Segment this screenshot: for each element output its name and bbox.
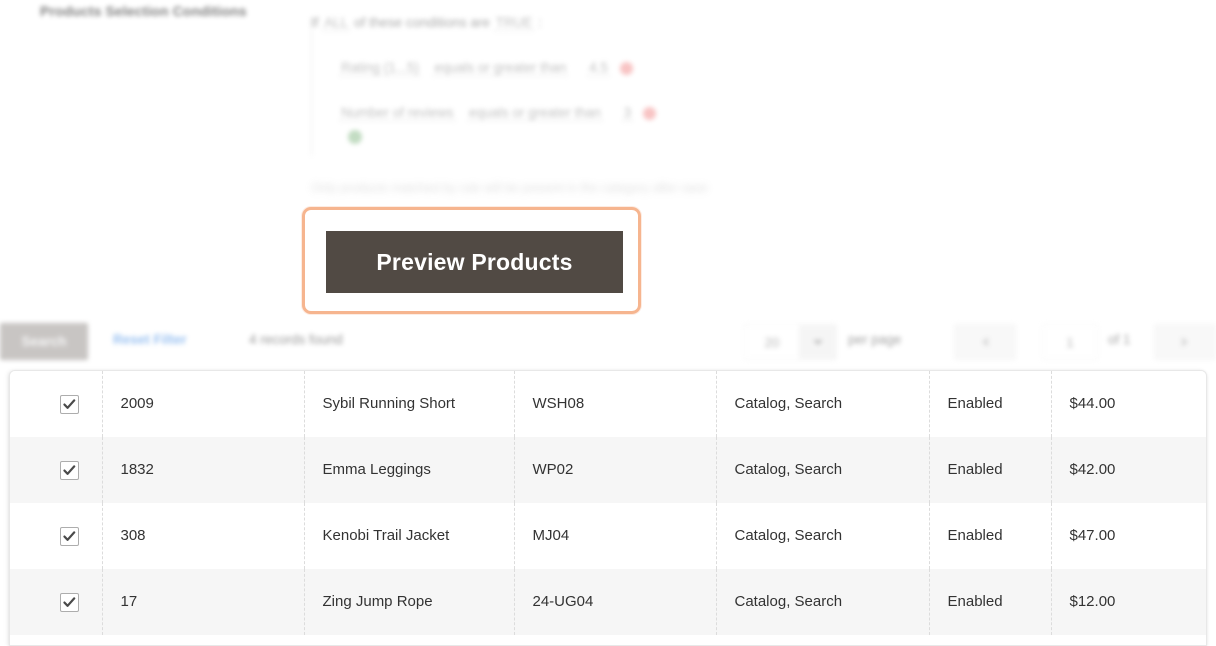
chevron-down-icon	[813, 340, 823, 345]
cell-id: 1832	[102, 437, 304, 503]
products-selection-conditions-label: Products Selection Conditions	[40, 3, 247, 19]
previous-page-button[interactable]	[954, 324, 1016, 360]
row-select-cell[interactable]	[10, 437, 102, 503]
page-number-input[interactable]: 1	[1042, 324, 1098, 360]
cell-sku: MJ04	[514, 503, 716, 569]
cell-sku: WSH08	[514, 371, 716, 437]
cell-visibility: Catalog, Search	[716, 503, 929, 569]
table-row[interactable]: 17 Zing Jump Rope 24-UG04 Catalog, Searc…	[10, 569, 1207, 635]
cell-name: Emma Leggings	[304, 437, 514, 503]
row-select-cell[interactable]	[10, 371, 102, 437]
grid-toolbar: Search Reset Filter 4 records found 20 p…	[0, 318, 1216, 366]
cell-visibility: Catalog, Search	[716, 569, 929, 635]
search-button[interactable]: Search	[0, 323, 88, 360]
table-row[interactable]: 2009 Sybil Running Short WSH08 Catalog, …	[10, 371, 1207, 437]
products-table: 2009 Sybil Running Short WSH08 Catalog, …	[10, 371, 1207, 635]
cell-visibility: Catalog, Search	[716, 437, 929, 503]
cell-name: Zing Jump Rope	[304, 569, 514, 635]
condition-root-row: If ALL of these conditions are TRUE :	[311, 0, 1091, 45]
row-checkbox[interactable]	[60, 593, 79, 612]
cell-price: $12.00	[1051, 569, 1207, 635]
products-grid: 2009 Sybil Running Short WSH08 Catalog, …	[9, 370, 1207, 646]
row-select-cell[interactable]	[10, 503, 102, 569]
root-aggregator-select[interactable]: ALL	[322, 15, 350, 31]
row-checkbox[interactable]	[60, 461, 79, 480]
condition-tree: If ALL of these conditions are TRUE : Ra…	[311, 0, 1091, 135]
cell-name: Kenobi Trail Jacket	[304, 503, 514, 569]
table-row[interactable]: 308 Kenobi Trail Jacket MJ04 Catalog, Se…	[10, 503, 1207, 569]
cell-price: $42.00	[1051, 437, 1207, 503]
cell-price: $47.00	[1051, 503, 1207, 569]
remove-icon[interactable]	[620, 62, 633, 75]
row-checkbox[interactable]	[60, 527, 79, 546]
next-page-button[interactable]	[1154, 324, 1216, 360]
cell-price: $44.00	[1051, 371, 1207, 437]
conditions-help-note: Only products matched by rule will be pr…	[311, 181, 708, 195]
cell-id: 17	[102, 569, 304, 635]
reset-filter-link[interactable]: Reset Filter	[113, 332, 187, 347]
cell-status: Enabled	[929, 371, 1051, 437]
chevron-right-icon	[1182, 337, 1188, 347]
cell-name: Sybil Running Short	[304, 371, 514, 437]
page-root: Products Selection Conditions If ALL of …	[0, 0, 1216, 646]
row-select-cell[interactable]	[10, 569, 102, 635]
condition-operator-0[interactable]: equals or greater than	[432, 60, 568, 76]
root-suffix-text: :	[538, 15, 542, 30]
per-page-dropdown-button[interactable]	[799, 324, 837, 360]
cell-sku: 24-UG04	[514, 569, 716, 635]
row-checkbox[interactable]	[60, 395, 79, 414]
remove-icon[interactable]	[643, 107, 656, 120]
condition-row: Rating (1...5) equals or greater than 4.…	[311, 45, 1091, 90]
chevron-left-icon	[982, 337, 988, 347]
preview-products-button[interactable]: Preview Products	[326, 231, 623, 293]
condition-attribute-1[interactable]: Number of reviews	[339, 105, 456, 121]
check-icon	[63, 530, 76, 543]
condition-attribute-0[interactable]: Rating (1...5)	[339, 60, 421, 76]
cell-id: 2009	[102, 371, 304, 437]
cell-status: Enabled	[929, 569, 1051, 635]
add-condition-icon[interactable]	[348, 130, 362, 144]
cell-visibility: Catalog, Search	[716, 371, 929, 437]
root-mid-text: of these conditions are	[354, 15, 490, 30]
root-prefix-text: If	[311, 15, 319, 30]
condition-value-1[interactable]: 3	[622, 105, 634, 121]
total-pages-text: of 1	[1108, 332, 1131, 347]
condition-value-0[interactable]: 4.5	[587, 60, 610, 76]
root-value-select[interactable]: TRUE	[494, 15, 535, 31]
condition-row: Number of reviews equals or greater than…	[311, 90, 1091, 135]
check-icon	[63, 464, 76, 477]
check-icon	[63, 398, 76, 411]
condition-operator-1[interactable]: equals or greater than	[467, 105, 603, 121]
records-found-text: 4 records found	[249, 332, 343, 347]
check-icon	[63, 596, 76, 609]
cell-sku: WP02	[514, 437, 716, 503]
cell-status: Enabled	[929, 437, 1051, 503]
per-page-select[interactable]: 20	[744, 324, 799, 360]
per-page-label: per page	[848, 332, 901, 347]
table-row[interactable]: 1832 Emma Leggings WP02 Catalog, Search …	[10, 437, 1207, 503]
preview-products-highlight-box: Preview Products	[302, 207, 641, 314]
cell-status: Enabled	[929, 503, 1051, 569]
products-table-body: 2009 Sybil Running Short WSH08 Catalog, …	[10, 371, 1207, 635]
cell-id: 308	[102, 503, 304, 569]
